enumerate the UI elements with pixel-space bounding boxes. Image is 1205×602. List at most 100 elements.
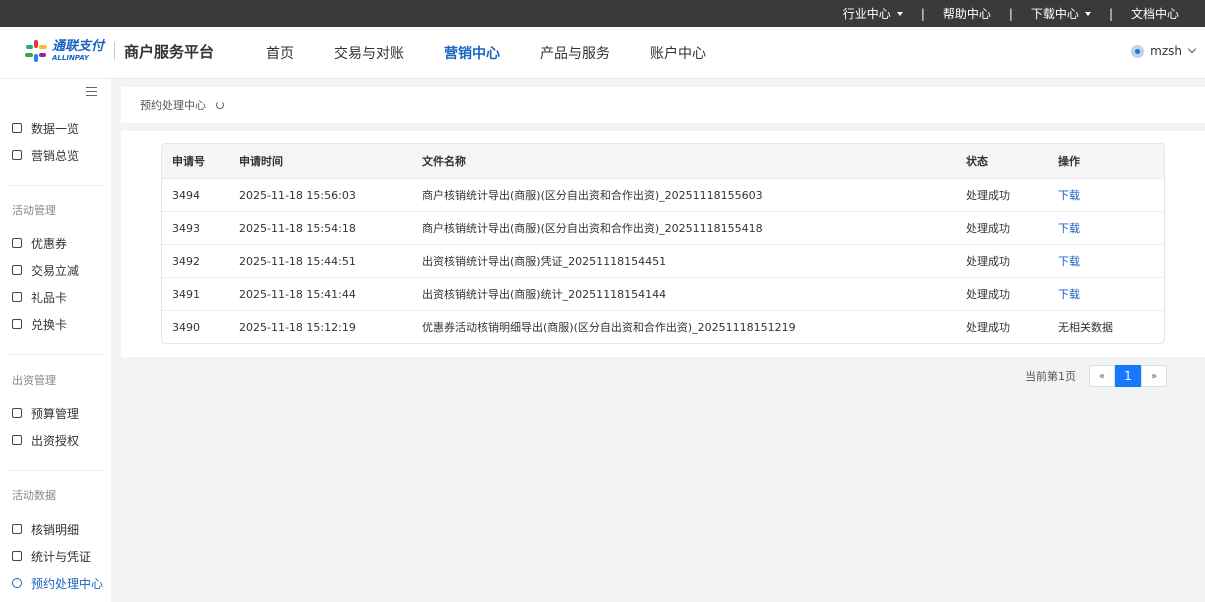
cell-id: 3493 (172, 221, 200, 235)
topbar-industry-center[interactable]: 行业中心 (843, 5, 903, 22)
cell-status: 处理成功 (966, 222, 1010, 235)
sidebar-item-budget[interactable]: 预算管理 (12, 405, 79, 421)
stats-icon (12, 551, 22, 561)
cell-file: 商户核销统计导出(商服)(区分自出资和合作出资)_20251118155418 (422, 222, 763, 235)
next-page-button[interactable]: » (1141, 365, 1167, 387)
cell-file: 商户核销统计导出(商服)(区分自出资和合作出资)_20251118155603 (422, 189, 763, 202)
cell-time: 2025-11-18 15:12:19 (239, 320, 356, 334)
sidebar-item-redemption-detail[interactable]: 核销明细 (12, 521, 79, 537)
sidebar-item-process-center[interactable]: 预约处理中心 (12, 575, 103, 591)
nav-account[interactable]: 账户中心 (650, 43, 706, 63)
budget-icon (12, 408, 22, 418)
table-row: 3491 2025-11-18 15:41:44 出资核销统计导出(商服)统计_… (162, 277, 1164, 310)
pagination: 当前第1页 « 1 » (1025, 365, 1167, 387)
topbar-doc-center[interactable]: 文档中心 (1131, 5, 1179, 22)
sidebar-item-label: 预约处理中心 (31, 576, 104, 591)
menu-toggle-icon[interactable] (86, 87, 97, 96)
table-row: 3492 2025-11-18 15:44:51 出资核销统计导出(商服)凭证_… (162, 244, 1164, 277)
chart-icon (12, 123, 22, 133)
logo-en-text: ALLINPAY (52, 54, 89, 62)
prev-page-button[interactable]: « (1089, 365, 1115, 387)
sidebar-item-data-overview[interactable]: 数据一览 (12, 120, 79, 136)
sidebar-item-label: 交易立减 (31, 263, 80, 278)
brand-logo[interactable]: 通联支付 ALLINPAY 商户服务平台 (24, 39, 214, 63)
cell-status: 处理成功 (966, 288, 1010, 301)
topbar-item-label: 帮助中心 (942, 7, 991, 21)
sidebar-item-marketing-overview[interactable]: 营销总览 (12, 147, 79, 163)
column-header-status: 状态 (966, 155, 988, 168)
chevron-down-icon (1187, 44, 1197, 54)
cell-id: 3491 (172, 287, 200, 301)
column-header-action: 操作 (1058, 155, 1080, 168)
download-link[interactable]: 下载 (1058, 222, 1080, 235)
nav-home[interactable]: 首页 (266, 43, 294, 63)
table-row: 3493 2025-11-18 15:54:18 商户核销统计导出(商服)(区分… (162, 211, 1164, 244)
sidebar-divider (8, 354, 103, 355)
sidebar-group-title: 活动数据 (12, 489, 56, 502)
page-indicator: 当前第1页 (1025, 370, 1076, 383)
nav-transactions[interactable]: 交易与对账 (334, 43, 404, 63)
coupon-icon (12, 238, 22, 248)
sidebar-group-title: 出资管理 (12, 374, 56, 387)
sidebar-item-label: 数据一览 (31, 121, 80, 136)
sidebar-item-label: 兑换卡 (31, 317, 68, 332)
user-menu[interactable]: mzsh (1131, 44, 1197, 58)
platform-title: 商户服务平台 (124, 42, 215, 61)
cell-time: 2025-11-18 15:54:18 (239, 221, 356, 235)
sidebar-item-label: 优惠券 (31, 236, 68, 251)
refresh-icon[interactable] (216, 101, 224, 109)
cell-status: 处理成功 (966, 321, 1010, 334)
sidebar-item-label: 核销明细 (31, 522, 80, 537)
sidebar-item-label: 营销总览 (31, 148, 80, 163)
column-header-time: 申请时间 (239, 155, 283, 168)
caret-down-icon (896, 11, 903, 16)
breadcrumb: 预约处理中心 (121, 87, 1205, 123)
process-center-icon (12, 578, 22, 588)
topbar-item-label: 下载中心 (1030, 7, 1079, 21)
cell-status: 处理成功 (966, 189, 1010, 202)
page-1-button[interactable]: 1 (1115, 365, 1141, 387)
gift-card-icon (12, 292, 22, 302)
topbar-help-center[interactable]: 帮助中心 (943, 5, 991, 22)
topbar-item-label: 文档中心 (1130, 7, 1179, 21)
sidebar-item-coupon[interactable]: 优惠券 (12, 235, 67, 251)
logo-text: 通联支付 ALLINPAY (52, 40, 104, 62)
sidebar-divider (8, 470, 103, 471)
download-link[interactable]: 下载 (1058, 255, 1080, 268)
sidebar-group-title: 活动管理 (12, 204, 56, 217)
nav-products[interactable]: 产品与服务 (540, 43, 610, 63)
column-header-id: 申请号 (172, 155, 205, 168)
sidebar-item-stats-voucher[interactable]: 统计与凭证 (12, 548, 91, 564)
topbar-download-center[interactable]: 下载中心 (1031, 5, 1091, 22)
topbar-separator: | (1108, 6, 1113, 21)
nav-marketing[interactable]: 营销中心 (444, 43, 500, 63)
user-name: mzsh (1150, 44, 1182, 58)
table-header: 申请号 申请时间 文件名称 状态 操作 (162, 144, 1164, 178)
cell-id: 3494 (172, 188, 200, 202)
exchange-card-icon (12, 319, 22, 329)
sidebar-item-gift-card[interactable]: 礼品卡 (12, 289, 67, 305)
top-utility-bar: 行业中心 | 帮助中心 | 下载中心 | 文档中心 (0, 0, 1205, 27)
logo-cn-text: 通联支付 (52, 39, 105, 54)
download-link[interactable]: 下载 (1058, 288, 1080, 301)
avatar (1131, 44, 1145, 58)
chart-icon (12, 150, 22, 160)
cell-time: 2025-11-18 15:56:03 (239, 188, 356, 202)
sidebar-item-funding-authorization[interactable]: 出资授权 (12, 432, 79, 448)
no-data-text: 无相关数据 (1058, 321, 1113, 334)
page-title: 预约处理中心 (140, 99, 206, 112)
sidebar-item-transaction-discount[interactable]: 交易立减 (12, 262, 79, 278)
sidebar-item-label: 出资授权 (31, 433, 80, 448)
sidebar-item-exchange-card[interactable]: 兑换卡 (12, 316, 67, 332)
download-link[interactable]: 下载 (1058, 189, 1080, 202)
table-row: 3494 2025-11-18 15:56:03 商户核销统计导出(商服)(区分… (162, 178, 1164, 211)
cell-id: 3492 (172, 254, 200, 268)
cell-file: 出资核销统计导出(商服)统计_20251118154144 (422, 288, 667, 301)
file-table: 申请号 申请时间 文件名称 状态 操作 3494 2025-11-18 15:5… (161, 143, 1165, 344)
logo-divider (114, 42, 116, 60)
table-row: 3490 2025-11-18 15:12:19 优惠券活动核销明细导出(商服)… (162, 310, 1164, 343)
cell-time: 2025-11-18 15:41:44 (239, 287, 356, 301)
sidebar-item-label: 礼品卡 (31, 290, 68, 305)
allinpay-logo-icon (25, 40, 47, 62)
cell-time: 2025-11-18 15:44:51 (239, 254, 356, 268)
